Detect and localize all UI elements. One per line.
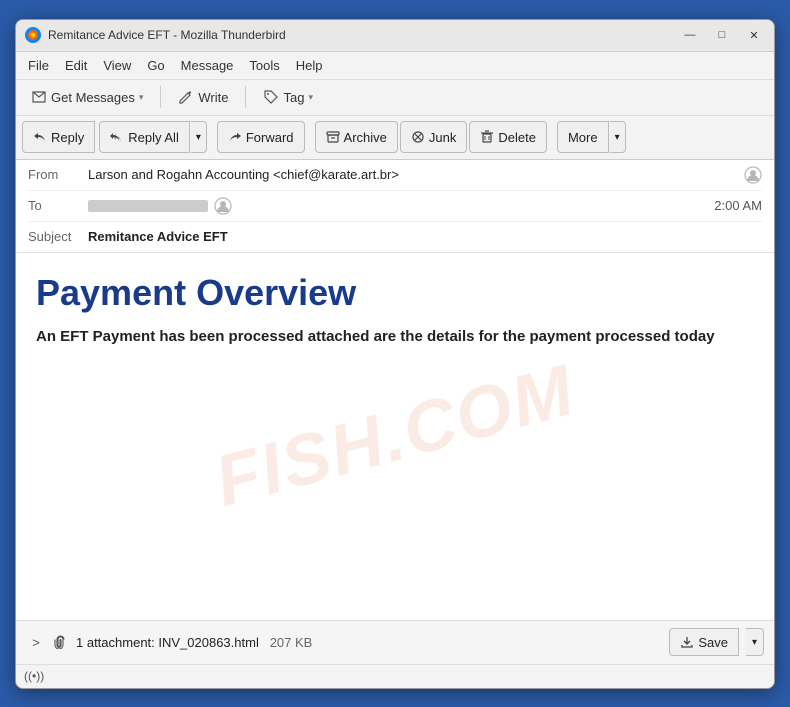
attachment-toggle[interactable]: > (26, 632, 46, 652)
menu-tools[interactable]: Tools (241, 54, 287, 77)
subject-label: Subject (28, 229, 88, 244)
forward-icon (228, 130, 242, 144)
toolbar-divider-2 (245, 86, 246, 108)
archive-button[interactable]: Archive (315, 121, 398, 153)
reply-button[interactable]: Reply (22, 121, 95, 153)
main-window: Remitance Advice EFT - Mozilla Thunderbi… (15, 19, 775, 689)
from-avatar-icon (744, 166, 762, 184)
forward-label: Forward (246, 130, 294, 145)
get-messages-icon (31, 89, 47, 105)
write-button[interactable]: Write (169, 84, 237, 110)
menu-help[interactable]: Help (288, 54, 331, 77)
tag-button[interactable]: Tag ▾ (254, 84, 322, 110)
subject-row: Subject Remitance Advice EFT (28, 222, 762, 252)
window-controls: — □ ✕ (678, 25, 766, 45)
reply-icon (33, 130, 47, 144)
get-messages-dropdown-icon[interactable]: ▾ (139, 92, 144, 103)
menu-view[interactable]: View (95, 54, 139, 77)
more-label: More (568, 130, 598, 145)
reply-all-dropdown[interactable]: ▾ (191, 121, 207, 153)
menu-go[interactable]: Go (139, 54, 172, 77)
reply-label: Reply (51, 130, 84, 145)
more-dropdown[interactable]: ▾ (610, 121, 626, 153)
menu-message[interactable]: Message (173, 54, 242, 77)
menu-edit[interactable]: Edit (57, 54, 95, 77)
email-body: FISH.COM Payment Overview An EFT Payment… (16, 253, 774, 620)
save-icon (680, 635, 694, 649)
reply-all-button[interactable]: Reply All (99, 121, 190, 153)
to-avatar-icon (214, 197, 232, 215)
attachment-bar: > 1 attachment: INV_020863.html 207 KB S… (16, 620, 774, 664)
watermark: FISH.COM (207, 349, 584, 523)
email-time: 2:00 AM (714, 198, 762, 213)
close-button[interactable]: ✕ (742, 25, 766, 45)
delete-label: Delete (498, 130, 536, 145)
get-messages-label: Get Messages (51, 90, 135, 105)
menu-file[interactable]: File (20, 54, 57, 77)
email-heading: Payment Overview (36, 273, 754, 313)
archive-label: Archive (344, 130, 387, 145)
connection-icon: ((•)) (24, 669, 44, 683)
tag-icon (263, 89, 279, 105)
junk-icon (411, 130, 425, 144)
to-value-redacted (88, 200, 208, 212)
action-bar: Reply Reply All ▾ Forward Archive (16, 116, 774, 160)
tag-dropdown-icon[interactable]: ▾ (308, 92, 313, 103)
reply-all-label: Reply All (128, 130, 179, 145)
write-icon (178, 89, 194, 105)
app-icon (24, 26, 42, 44)
to-row: To 2:00 AM (28, 191, 762, 222)
forward-button[interactable]: Forward (217, 121, 305, 153)
toolbar-divider-1 (160, 86, 161, 108)
archive-icon (326, 130, 340, 144)
maximize-button[interactable]: □ (710, 25, 734, 45)
junk-button[interactable]: Junk (400, 121, 467, 153)
write-label: Write (198, 90, 228, 105)
from-value: Larson and Rogahn Accounting <chief@kara… (88, 167, 738, 182)
from-row: From Larson and Rogahn Accounting <chief… (28, 160, 762, 191)
reply-all-icon (110, 130, 124, 144)
get-messages-button[interactable]: Get Messages ▾ (22, 84, 152, 110)
delete-button[interactable]: Delete (469, 121, 547, 153)
window-title: Remitance Advice EFT - Mozilla Thunderbi… (48, 28, 678, 42)
paperclip-icon (54, 635, 68, 649)
junk-label: Junk (429, 130, 456, 145)
subject-value: Remitance Advice EFT (88, 229, 762, 244)
email-body-text: An EFT Payment has been processed attach… (36, 326, 754, 349)
attachment-label: 1 attachment: INV_020863.html 207 KB (76, 635, 661, 650)
statusbar: ((•)) (16, 664, 774, 688)
tag-label: Tag (283, 90, 304, 105)
save-dropdown-button[interactable]: ▾ (746, 628, 764, 656)
save-attachment-button[interactable]: Save (669, 628, 739, 656)
save-label: Save (698, 635, 728, 650)
from-label: From (28, 167, 88, 182)
email-header: From Larson and Rogahn Accounting <chief… (16, 160, 774, 253)
titlebar: Remitance Advice EFT - Mozilla Thunderbi… (16, 20, 774, 52)
menubar: File Edit View Go Message Tools Help (16, 52, 774, 80)
minimize-button[interactable]: — (678, 25, 702, 45)
more-button[interactable]: More (557, 121, 609, 153)
to-label: To (28, 198, 88, 213)
delete-icon (480, 130, 494, 144)
toolbar: Get Messages ▾ Write Tag ▾ (16, 80, 774, 116)
